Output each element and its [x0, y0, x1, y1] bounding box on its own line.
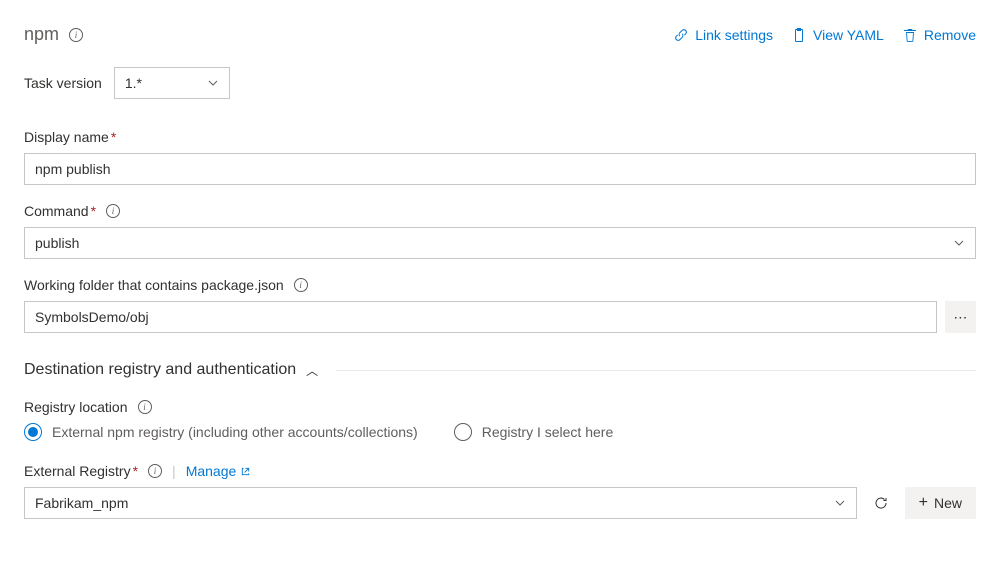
radio-external-label: External npm registry (including other a…: [52, 424, 418, 440]
working-folder-input[interactable]: [24, 301, 937, 333]
required-indicator: *: [133, 463, 138, 479]
display-name-label: Display name: [24, 129, 109, 145]
link-icon: [673, 27, 689, 43]
registry-location-label-row: Registry location i: [24, 399, 976, 415]
working-folder-input-row: ⋯: [24, 301, 976, 333]
view-yaml-label: View YAML: [813, 27, 884, 43]
task-header: npm i Link settings View YAML Remove: [24, 24, 976, 45]
task-version-label: Task version: [24, 75, 102, 91]
destination-section-header[interactable]: Destination registry and authentication …: [24, 361, 976, 379]
link-settings-button[interactable]: Link settings: [673, 27, 773, 43]
task-version-field: Task version 1.*: [24, 67, 976, 99]
separator: |: [172, 463, 176, 479]
radio-circle-selected: [24, 423, 42, 441]
info-icon[interactable]: i: [69, 28, 83, 42]
remove-button[interactable]: Remove: [902, 27, 976, 43]
refresh-button[interactable]: [865, 487, 897, 519]
clipboard-icon: [791, 27, 807, 43]
radio-select-here[interactable]: Registry I select here: [454, 423, 614, 441]
required-indicator: *: [91, 203, 96, 219]
radio-dot: [28, 427, 38, 437]
registry-location-field: Registry location i External npm registr…: [24, 399, 976, 441]
external-registry-field: External Registry* i | Manage Fabrikam_n…: [24, 463, 976, 519]
working-folder-label: Working folder that contains package.jso…: [24, 277, 284, 293]
manage-link[interactable]: Manage: [186, 463, 252, 479]
working-folder-label-row: Working folder that contains package.jso…: [24, 277, 976, 293]
ellipsis-icon: ⋯: [953, 309, 967, 326]
new-button[interactable]: + New: [905, 487, 976, 519]
plus-icon: +: [919, 494, 928, 512]
radio-circle: [454, 423, 472, 441]
working-folder-field: Working folder that contains package.jso…: [24, 277, 976, 333]
manage-label: Manage: [186, 463, 237, 479]
title-wrap: npm i: [24, 24, 83, 45]
radio-select-here-label: Registry I select here: [482, 424, 614, 440]
section-title: Destination registry and authentication: [24, 361, 296, 379]
display-name-field: Display name*: [24, 129, 976, 185]
remove-label: Remove: [924, 27, 976, 43]
external-registry-label-row: External Registry* i | Manage: [24, 463, 976, 479]
trash-icon: [902, 27, 918, 43]
display-name-input[interactable]: [24, 153, 976, 185]
command-label-row: Command* i: [24, 203, 976, 219]
radio-external-npm[interactable]: External npm registry (including other a…: [24, 423, 418, 441]
info-icon[interactable]: i: [294, 278, 308, 292]
chevron-up-icon: ︿: [306, 362, 318, 379]
refresh-icon: [873, 495, 889, 511]
task-version-select[interactable]: 1.*: [114, 67, 230, 99]
header-actions: Link settings View YAML Remove: [673, 27, 976, 43]
section-divider: [336, 370, 976, 371]
info-icon[interactable]: i: [138, 400, 152, 414]
new-label: New: [934, 495, 962, 511]
external-registry-row: Fabrikam_npm + New: [24, 487, 976, 519]
external-link-icon: [240, 466, 251, 477]
link-settings-label: Link settings: [695, 27, 773, 43]
command-field: Command* i publish: [24, 203, 976, 259]
command-select[interactable]: publish: [24, 227, 976, 259]
display-name-label-row: Display name*: [24, 129, 976, 145]
external-registry-label: External Registry: [24, 463, 131, 479]
registry-location-radios: External npm registry (including other a…: [24, 423, 976, 441]
browse-button[interactable]: ⋯: [945, 301, 976, 333]
registry-location-label: Registry location: [24, 399, 128, 415]
external-registry-select[interactable]: Fabrikam_npm: [24, 487, 857, 519]
info-icon[interactable]: i: [106, 204, 120, 218]
task-title: npm: [24, 24, 59, 45]
info-icon[interactable]: i: [148, 464, 162, 478]
command-label: Command: [24, 203, 89, 219]
required-indicator: *: [111, 129, 116, 145]
view-yaml-button[interactable]: View YAML: [791, 27, 884, 43]
